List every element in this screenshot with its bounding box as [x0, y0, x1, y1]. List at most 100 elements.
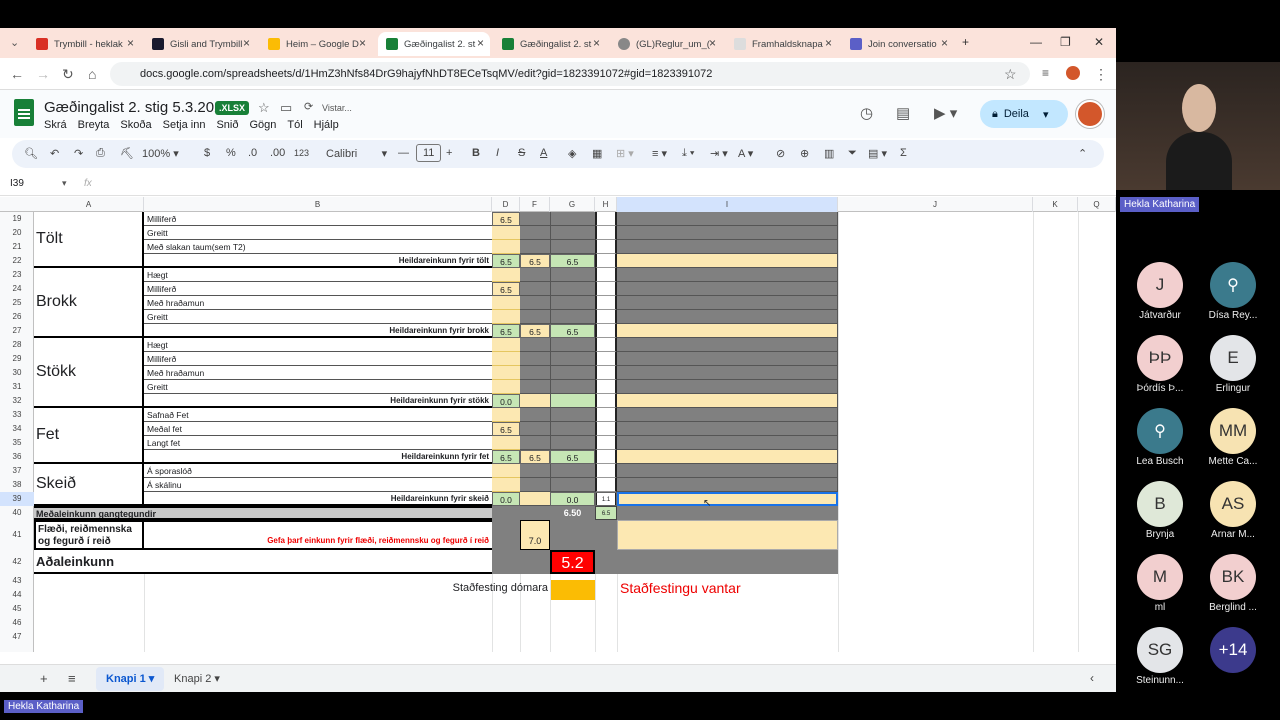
cell-f38[interactable]: [520, 478, 550, 492]
cell-f31[interactable]: [520, 380, 550, 394]
bookmark-star-icon[interactable]: ☆: [1004, 66, 1017, 83]
total-label-row-32[interactable]: Heildareinkunn fyrir stökk: [144, 394, 492, 408]
tab-1[interactable]: Trymbill - heklak ×: [28, 32, 140, 56]
row-header-24[interactable]: 24: [0, 282, 34, 296]
forward-icon[interactable]: →: [36, 66, 50, 82]
sheet-tab-knapi-1[interactable]: Knapi 1 ▾: [96, 667, 165, 691]
folder-icon[interactable]: ▭: [280, 100, 292, 116]
cell-g37[interactable]: [550, 464, 595, 478]
row-header-23[interactable]: 23: [0, 268, 34, 282]
close-icon[interactable]: ×: [477, 36, 484, 50]
maximize-icon[interactable]: ❐: [1060, 35, 1071, 49]
value-g36[interactable]: 6.5: [550, 450, 595, 464]
history-icon[interactable]: ◷: [860, 104, 873, 122]
profile-icon[interactable]: [1066, 66, 1080, 80]
tab-7[interactable]: Framhaldsknapa ×: [726, 32, 838, 56]
row-header-28[interactable]: 28: [0, 338, 34, 352]
cell-i31[interactable]: [617, 380, 838, 394]
cell-g20[interactable]: [550, 226, 595, 240]
filter-icon[interactable]: ⏷: [848, 147, 857, 160]
cell-i35[interactable]: [617, 436, 838, 450]
cell-h40[interactable]: 6.5: [595, 506, 617, 520]
value-d39[interactable]: 0.0: [492, 492, 520, 506]
row-header-39[interactable]: 39: [0, 492, 34, 506]
subgait-row-33[interactable]: Safnað Fet: [144, 408, 492, 422]
selected-cell-i39[interactable]: [617, 492, 838, 506]
menu-view[interactable]: Skoða: [120, 119, 151, 131]
cell-h37[interactable]: [595, 464, 617, 478]
col-header-h[interactable]: H: [595, 197, 617, 212]
cell-d23[interactable]: [492, 268, 520, 282]
row-header-45[interactable]: 45: [0, 602, 34, 616]
cell-h38[interactable]: [595, 478, 617, 492]
currency-button[interactable]: $: [204, 147, 210, 159]
cell-g35[interactable]: [550, 436, 595, 450]
cell-g25[interactable]: [550, 296, 595, 310]
participant-tile[interactable]: J Játvarður: [1125, 262, 1195, 321]
meet-icon[interactable]: ▶ ▾: [934, 104, 957, 122]
participant-tile[interactable]: AS Arnar M...: [1198, 481, 1268, 540]
cell-d28[interactable]: [492, 338, 520, 352]
home-icon[interactable]: ⌂: [88, 66, 96, 82]
close-icon[interactable]: ×: [127, 36, 134, 50]
cell-d26[interactable]: [492, 310, 520, 324]
subgait-row-21[interactable]: Með slakan taum(sem T2): [144, 240, 492, 254]
row-header-37[interactable]: 37: [0, 464, 34, 478]
participant-tile[interactable]: SG Steinunn...: [1125, 627, 1195, 686]
gait-fet[interactable]: Fet: [34, 408, 144, 464]
extensions-icon[interactable]: ≡: [1042, 66, 1049, 80]
cell-h42[interactable]: [595, 550, 838, 574]
bold-icon[interactable]: B: [472, 147, 480, 159]
participant-tile[interactable]: BK Berglind ...: [1198, 554, 1268, 613]
cell-i21[interactable]: [617, 240, 838, 254]
name-box[interactable]: I39: [10, 178, 24, 189]
judge-confirm-cell[interactable]: [551, 580, 595, 600]
row-header-29[interactable]: 29: [0, 352, 34, 366]
main-score-value[interactable]: 5.2: [550, 550, 595, 574]
cell-i19[interactable]: [617, 212, 838, 226]
cell-f21[interactable]: [520, 240, 550, 254]
gait-skeid[interactable]: Skeið: [34, 464, 144, 506]
cell-i27[interactable]: [617, 324, 838, 338]
cell-g29[interactable]: [550, 352, 595, 366]
tab-3[interactable]: Heim – Google D ×: [260, 32, 372, 56]
cell-f23[interactable]: [520, 268, 550, 282]
menu-edit[interactable]: Breyta: [78, 119, 110, 131]
flow-warning[interactable]: Gefa þarf einkunn fyrir flæði, reiðmenns…: [144, 520, 492, 550]
cell-i33[interactable]: [617, 408, 838, 422]
fill-color-icon[interactable]: ◈: [568, 147, 576, 160]
tab-2[interactable]: Gisli and Trymbill ×: [144, 32, 256, 56]
cell-i25[interactable]: [617, 296, 838, 310]
functions-icon[interactable]: Σ: [900, 147, 907, 159]
row-header-34[interactable]: 34: [0, 422, 34, 436]
row-header-33[interactable]: 33: [0, 408, 34, 422]
cell-h20[interactable]: [595, 226, 617, 240]
collapse-toolbar-icon[interactable]: ⌃: [1078, 147, 1087, 160]
cell-h23[interactable]: [595, 268, 617, 282]
row-header-40[interactable]: 40: [0, 506, 34, 520]
participant-tile[interactable]: MM Mette Ca...: [1198, 408, 1268, 467]
cell-i20[interactable]: [617, 226, 838, 240]
browser-menu-icon[interactable]: ⋮: [1094, 66, 1108, 83]
cell-g33[interactable]: [550, 408, 595, 422]
col-header-g[interactable]: G: [550, 197, 595, 212]
row-header-22[interactable]: 22: [0, 254, 34, 268]
close-icon[interactable]: ×: [593, 36, 600, 50]
row-header-31[interactable]: 31: [0, 380, 34, 394]
cell-f32[interactable]: [520, 394, 550, 408]
cell-f42[interactable]: [520, 550, 550, 574]
cell-h24[interactable]: [595, 282, 617, 296]
close-icon[interactable]: ×: [709, 36, 716, 50]
subgait-row-24[interactable]: Milliferð: [144, 282, 492, 296]
cell-i30[interactable]: [617, 366, 838, 380]
cell-d20[interactable]: [492, 226, 520, 240]
subgait-row-35[interactable]: Langt fet: [144, 436, 492, 450]
subgait-row-31[interactable]: Greitt: [144, 380, 492, 394]
cell-h31[interactable]: [595, 380, 617, 394]
cell-h21[interactable]: [595, 240, 617, 254]
doc-title[interactable]: Gæðingalist 2. stig 5.3.2025: [44, 99, 231, 116]
cell-h29[interactable]: [595, 352, 617, 366]
row-header-21[interactable]: 21: [0, 240, 34, 254]
cell-f35[interactable]: [520, 436, 550, 450]
cell-i36[interactable]: [617, 450, 838, 464]
